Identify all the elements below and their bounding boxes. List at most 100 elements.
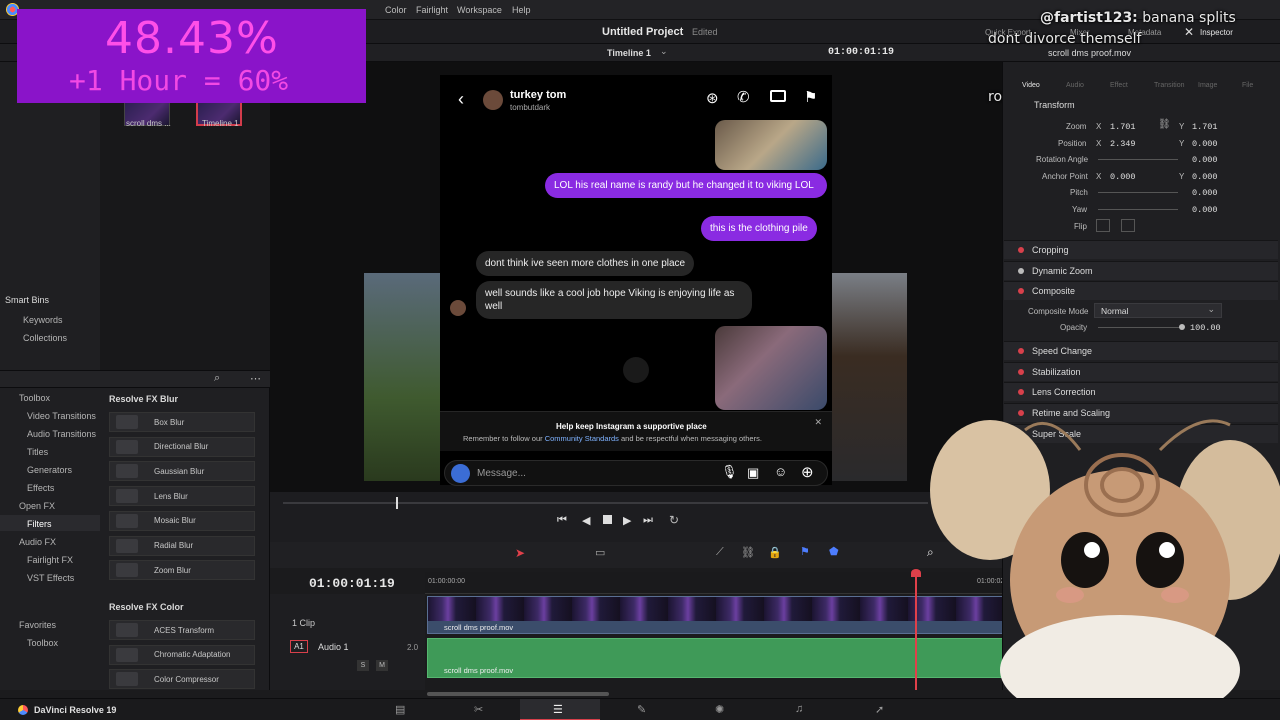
inspector-tab-effect[interactable]: Effect [1110, 82, 1128, 89]
stop-icon[interactable] [603, 515, 612, 524]
fx-item[interactable]: Radial Blur [109, 535, 255, 556]
fairlight-page-icon[interactable]: ♫ [795, 703, 803, 715]
fx-item[interactable]: Gaussian Blur [109, 461, 255, 482]
playhead[interactable] [915, 572, 917, 690]
flag-icon[interactable]: ⚑ [804, 88, 817, 106]
tree-effects[interactable]: Effects [27, 483, 54, 493]
flip-vertical-icon[interactable] [1121, 219, 1135, 232]
fx-item[interactable]: Lens Blur [109, 486, 255, 507]
flag-icon[interactable]: ⚑ [800, 545, 810, 558]
pitch-slider[interactable] [1098, 192, 1178, 193]
microphone-icon[interactable]: 🎙 [721, 464, 738, 480]
link-icon[interactable]: ⊛ [706, 89, 719, 107]
close-icon[interactable]: ✕ [814, 417, 822, 428]
fx-section-color[interactable]: Resolve FX Color [109, 602, 184, 612]
inspector-tab-audio[interactable]: Audio [1066, 82, 1084, 89]
rotation-slider[interactable] [1098, 159, 1178, 160]
edit-page-icon[interactable]: ☰ [553, 703, 563, 716]
playhead-handle[interactable] [911, 569, 921, 577]
media-page-icon[interactable]: ▤ [395, 703, 405, 716]
fx-item[interactable]: Directional Blur [109, 436, 255, 457]
menu-fairlight[interactable]: Fairlight [416, 5, 448, 15]
opacity-value[interactable]: 100.00 [1190, 323, 1221, 333]
audio-track-id[interactable]: A1 [290, 640, 308, 653]
solo-button[interactable]: S [357, 660, 369, 671]
section-cropping[interactable]: Cropping [1004, 240, 1278, 259]
scroll-down-button[interactable] [623, 357, 649, 383]
back-arrow-icon[interactable]: ‹ [458, 89, 464, 110]
video-call-icon[interactable] [770, 90, 786, 102]
fx-item[interactable]: Box Blur [109, 412, 255, 432]
transform-title[interactable]: Transform [1034, 100, 1075, 110]
tree-fairlight-fx[interactable]: Fairlight FX [27, 555, 73, 565]
pitch-value[interactable]: 0.000 [1192, 188, 1218, 198]
cut-page-icon[interactable]: ✂ [474, 703, 483, 716]
composite-mode-select[interactable]: Normal ⌄ [1094, 303, 1222, 318]
message-input[interactable]: Message... [477, 468, 526, 479]
play-icon[interactable]: ▶ [623, 514, 631, 527]
flip-horizontal-icon[interactable] [1096, 219, 1110, 232]
smart-bin-collections[interactable]: Collections [23, 333, 67, 343]
enable-dot[interactable] [1018, 389, 1024, 395]
blade-tool-icon[interactable]: ▭ [595, 546, 605, 559]
inspector-tab-file[interactable]: File [1242, 82, 1253, 89]
fx-item[interactable]: Zoom Blur [109, 560, 255, 581]
opacity-slider-knob[interactable] [1179, 324, 1185, 330]
deliver-page-icon[interactable]: ➚ [875, 703, 884, 716]
inspector-tab-image[interactable]: Image [1198, 82, 1217, 89]
opacity-slider[interactable] [1098, 327, 1182, 328]
loop-icon[interactable]: ↻ [669, 513, 679, 527]
tree-titles[interactable]: Titles [27, 447, 48, 457]
menu-help[interactable]: Help [512, 5, 531, 15]
enable-dot[interactable] [1018, 369, 1024, 375]
tree-audio-fx[interactable]: Audio FX [19, 537, 56, 547]
position-y-value[interactable]: 0.000 [1192, 139, 1218, 149]
menu-color[interactable]: Color [385, 5, 407, 15]
marker-icon[interactable]: ⬟ [829, 545, 839, 558]
go-to-start-icon[interactable]: ⏮ [557, 514, 567, 527]
link-icon[interactable]: ⛓ [1158, 119, 1171, 130]
fx-item[interactable]: ACES Transform [109, 620, 255, 640]
inspector-tab-video[interactable]: Video [1022, 82, 1040, 89]
search-icon[interactable]: ⌕ [214, 372, 220, 385]
tree-audio-transitions[interactable]: Audio Transitions [27, 429, 96, 439]
timeline-scrollbar[interactable] [427, 692, 609, 696]
zoom-y-value[interactable]: 1.701 [1192, 122, 1218, 132]
lock-icon[interactable]: 🔒 [768, 546, 782, 559]
sticker-icon[interactable]: ☺ [774, 464, 787, 479]
tree-fav-toolbox[interactable]: Toolbox [27, 638, 58, 648]
section-lens-correction[interactable]: Lens Correction [1004, 382, 1278, 401]
tree-toolbox[interactable]: Toolbox [19, 393, 50, 403]
tree-video-transitions[interactable]: Video Transitions [27, 411, 96, 421]
yaw-slider[interactable] [1098, 209, 1178, 210]
section-dynamic-zoom[interactable]: Dynamic Zoom [1004, 261, 1278, 280]
yaw-value[interactable]: 0.000 [1192, 205, 1218, 215]
enable-dot[interactable] [1018, 247, 1024, 253]
fx-section-blur[interactable]: Resolve FX Blur [109, 394, 178, 404]
phone-call-icon[interactable]: ✆ [737, 88, 750, 106]
tree-vst-effects[interactable]: VST Effects [27, 573, 74, 583]
tree-open-fx[interactable]: Open FX [19, 501, 55, 511]
go-to-end-icon[interactable]: ⏭ [643, 514, 653, 527]
anchor-x-value[interactable]: 0.000 [1110, 172, 1136, 182]
section-speed-change[interactable]: Speed Change [1004, 341, 1278, 360]
community-standards-link[interactable]: Community Standards [545, 434, 619, 443]
step-back-icon[interactable]: ◀ [582, 514, 590, 527]
inspector-tab-transition[interactable]: Transition [1154, 82, 1184, 89]
scrub-marker[interactable] [396, 497, 398, 509]
selection-tool-icon[interactable]: ➤ [515, 546, 525, 560]
fx-item[interactable]: Color Compressor [109, 669, 255, 690]
camera-icon[interactable] [451, 464, 470, 483]
color-page-icon[interactable]: ✺ [715, 703, 724, 716]
fx-item[interactable]: Mosaic Blur [109, 510, 255, 531]
position-x-value[interactable]: 2.349 [1110, 139, 1136, 149]
rotation-value[interactable]: 0.000 [1192, 155, 1218, 165]
tree-generators[interactable]: Generators [27, 465, 72, 475]
scrub-bar[interactable] [283, 502, 928, 504]
more-options-icon[interactable]: ⋯ [250, 372, 261, 385]
menu-workspace[interactable]: Workspace [457, 5, 502, 15]
mute-button[interactable]: M [376, 660, 388, 671]
tree-filters[interactable]: Filters [27, 519, 52, 529]
snap-icon[interactable]: ⟋ [716, 546, 724, 559]
enable-dot[interactable] [1018, 268, 1024, 274]
